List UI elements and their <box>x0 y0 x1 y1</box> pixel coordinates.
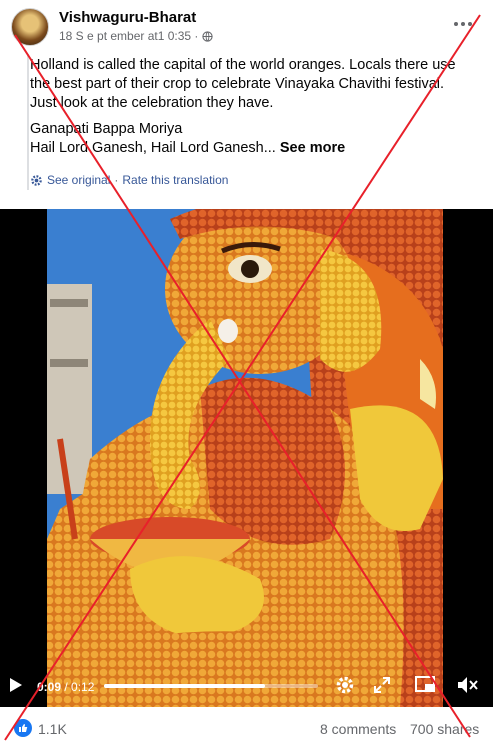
more-options-button[interactable] <box>449 10 477 38</box>
current-time: 0:09 <box>37 680 62 694</box>
post-stats: 1.1K 8 comments 700 shares <box>0 713 493 745</box>
thumbs-up-icon <box>19 724 28 732</box>
text-line: the best part of their crop to celebrate… <box>30 76 445 92</box>
dot-icon <box>468 22 472 26</box>
video-frame <box>0 209 493 707</box>
comments-count[interactable]: 8 comments <box>320 721 396 737</box>
mute-icon[interactable] <box>457 676 479 694</box>
post-paragraph-2: Ganapati Bappa Moriya Hail Lord Ganesh, … <box>30 120 480 158</box>
video-progress-fill <box>104 684 265 688</box>
shares-count[interactable]: 700 shares <box>410 721 479 737</box>
separator: · <box>114 173 119 187</box>
post-meta: 18 S e pt ember at1 0:35 · <box>59 29 214 43</box>
text-line: Holland is called the capital of the wor… <box>30 57 456 73</box>
text-line: Hail Lord Ganesh, Hail Lord Ganesh... <box>30 140 276 156</box>
text-line: Ganapati Bappa Moriya <box>30 121 183 137</box>
rate-translation-link[interactable]: Rate this translation <box>122 173 228 187</box>
dot-icon <box>454 22 458 26</box>
picture-in-picture-icon[interactable] <box>415 676 435 694</box>
total-time: / 0:12 <box>61 680 95 694</box>
like-reaction-icon[interactable] <box>14 719 32 737</box>
translation-divider <box>27 54 29 190</box>
post-text: Holland is called the capital of the wor… <box>30 56 480 165</box>
text-line-last: Hail Lord Ganesh, Hail Lord Ganesh... Se… <box>30 139 480 158</box>
text-line: Just look at the celebration they have. <box>30 95 274 111</box>
post-paragraph-1: Holland is called the capital of the wor… <box>30 56 480 113</box>
play-icon[interactable] <box>9 677 23 693</box>
video-progress-bar[interactable] <box>104 684 318 688</box>
see-original-link[interactable]: See original <box>47 173 110 187</box>
settings-gear-icon[interactable] <box>335 675 355 695</box>
video-player[interactable] <box>0 209 493 707</box>
avatar[interactable] <box>11 8 49 46</box>
dot-icon <box>461 22 465 26</box>
translation-row: See original · Rate this translation <box>30 173 228 187</box>
globe-icon <box>202 30 214 42</box>
like-count[interactable]: 1.1K <box>38 721 67 737</box>
see-more-link[interactable]: See more <box>280 140 345 156</box>
gear-icon <box>31 174 42 186</box>
post-header: Vishwaguru-Bharat 18 S e pt ember at1 0:… <box>0 0 493 50</box>
timestamp[interactable]: 18 S e pt ember at1 0:35 · <box>59 29 198 43</box>
expand-icon[interactable] <box>374 677 390 693</box>
author-name[interactable]: Vishwaguru-Bharat <box>59 9 196 26</box>
video-time: 0:09 / 0:12 <box>37 680 94 694</box>
